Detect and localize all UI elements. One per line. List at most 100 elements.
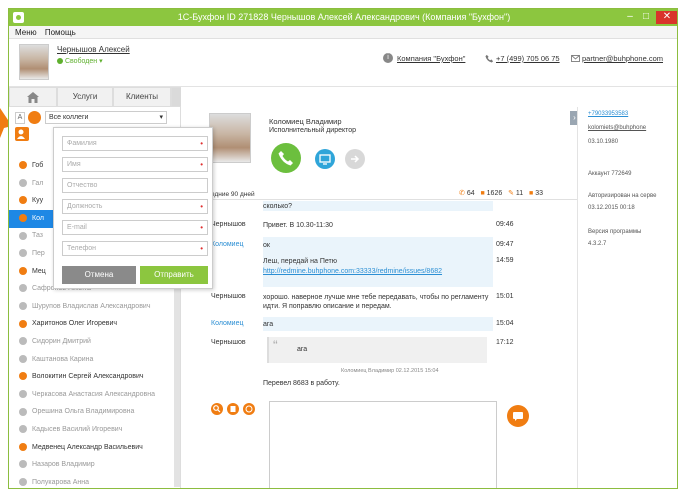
message-time: 09:46 (496, 221, 514, 228)
presence-status-icon (19, 266, 27, 275)
message-link[interactable]: http://redmine.buhphone.com:33333/redmin… (263, 267, 493, 276)
contact-list-item[interactable]: Назаров Владимир (9, 456, 174, 474)
lastname-field[interactable]: Фамилия • (62, 136, 208, 151)
minimize-button[interactable]: – (623, 11, 637, 24)
close-button[interactable]: ✕ (656, 11, 677, 24)
phone-icon (278, 151, 293, 166)
contact-list-item[interactable]: Черкасова Анастасия Александровна (9, 386, 174, 404)
tab-home[interactable] (9, 87, 57, 107)
info-auth-label: Авторизирован на серве (588, 193, 657, 199)
presence-status-icon (19, 372, 27, 381)
contact-name: Мец (32, 267, 46, 275)
firstname-placeholder: Имя (67, 161, 81, 168)
send-message-button[interactable] (507, 405, 529, 427)
presence-status-icon (19, 231, 27, 240)
presence-status-icon (19, 178, 27, 187)
position-field[interactable]: Должность • (62, 199, 208, 214)
contact-list-item[interactable]: Шурупов Владислав Александрович (9, 298, 174, 316)
required-marker: • (200, 139, 203, 148)
message-input[interactable] (269, 401, 497, 488)
calls-icon: ✆ (459, 190, 465, 197)
info-birthday: 03.10.1980 (588, 139, 619, 145)
contact-list-item[interactable]: Каштанова Карина (9, 351, 174, 369)
attach-file-button[interactable] (227, 403, 239, 415)
contact-name: Шурупов Владислав Александрович (32, 302, 151, 310)
cancel-button[interactable]: Отмена (62, 266, 136, 284)
menu-item-menu[interactable]: Меню (15, 26, 37, 39)
stat-requests: 11 (515, 190, 524, 197)
add-colleague-button[interactable] (15, 127, 29, 141)
position-placeholder: Должность (67, 203, 103, 210)
info-version: 4.3.2.7 (588, 241, 607, 247)
status-label: Свободен ▾ (64, 58, 103, 65)
search-history-button[interactable] (211, 403, 223, 415)
colleague-filter-select[interactable]: Все коллеги ▾ (45, 111, 167, 124)
tab-services[interactable]: Услуги (57, 87, 113, 107)
message-time: 17:12 (496, 339, 514, 346)
firstname-field[interactable]: Имя • (62, 157, 208, 172)
message-author: Чернышов (211, 221, 246, 228)
middlename-field[interactable]: Отчество (62, 178, 208, 193)
message-text: Привет. В 10.30-11:30 (263, 222, 333, 229)
contact-name: Черкасова Анастасия Александровна (32, 390, 155, 398)
phone-icon (485, 54, 494, 63)
email-icon (571, 55, 580, 62)
quote-block: “ ага (267, 337, 487, 363)
support-email-link[interactable]: partner@buhphone.com (582, 54, 663, 63)
message-author: Чернышов (211, 339, 246, 346)
presence-status-icon (19, 284, 27, 293)
contact-list-item[interactable]: Кадысев Василий Игоревич (9, 421, 174, 439)
emoji-button[interactable] (243, 403, 255, 415)
info-phone[interactable]: +79033953583 (588, 111, 628, 117)
message-text: Леш, передай на Петю (263, 258, 337, 265)
user-avatar[interactable] (19, 44, 49, 80)
transfer-button[interactable] (345, 149, 365, 169)
contact-name: Кадысев Василий Игоревич (32, 426, 123, 433)
info-icon: i (383, 53, 393, 63)
contact-list-item[interactable]: Орешина Ольга Владимировна (9, 403, 174, 421)
message-text: хорошо. наверное лучше мне тебе передава… (263, 294, 489, 310)
contact-list-item[interactable]: Полукарова Анна (9, 474, 174, 488)
presence-status-icon (19, 442, 27, 451)
call-button[interactable] (271, 143, 301, 173)
title-bar: 1С-Бухфон ID 271828 Чернышов Алексей Але… (9, 9, 677, 26)
support-phone-link[interactable]: +7 (499) 705 06 75 (496, 54, 560, 63)
info-email[interactable]: kolomiets@buhphone (588, 125, 646, 131)
clock-filter-icon[interactable] (28, 111, 41, 124)
sort-alpha-button[interactable]: А (15, 112, 25, 124)
email-field[interactable]: E-mail • (62, 220, 208, 235)
presence-status-icon (19, 196, 27, 205)
info-auth-date: 03.12.2015 00:18 (588, 205, 635, 211)
middlename-placeholder: Отчество (67, 182, 98, 189)
status-selector[interactable]: Свободен ▾ (57, 57, 103, 65)
screen-icon (319, 154, 331, 165)
menu-item-help[interactable]: Помощь (45, 26, 76, 39)
contact-list-item[interactable]: Харитонов Олег Игоревич (9, 315, 174, 333)
video-call-button[interactable] (315, 149, 335, 169)
presence-status-icon (19, 425, 27, 434)
maximize-button[interactable]: □ (639, 11, 653, 24)
contact-list-scrollbar[interactable] (174, 257, 180, 487)
send-button[interactable]: Отправить (140, 266, 208, 284)
contact-list-item[interactable]: Медвенец Александр Васильевич (9, 439, 174, 457)
contact-list-item[interactable]: Волокитин Сергей Александрович (9, 368, 174, 386)
company-link[interactable]: Компания "Бухфон" (397, 54, 465, 63)
contact-name: Пер (32, 250, 45, 257)
contact-name: Коломиец Владимир (269, 117, 342, 126)
quote-author: Коломиец Владимир 02.12.2015 15:04 (341, 368, 439, 374)
info-version-label: Версия программы (588, 229, 642, 235)
user-name-link[interactable]: Чернышов Алексей (57, 45, 130, 54)
phone-field[interactable]: Телефон • (62, 241, 208, 256)
divider (209, 199, 585, 200)
contact-avatar (209, 113, 251, 163)
contact-list-item[interactable]: Сидорин Дмитрий (9, 333, 174, 351)
presence-status-icon (19, 407, 27, 416)
tab-clients[interactable]: Клиенты (113, 87, 171, 107)
phone-placeholder: Телефон (67, 245, 97, 252)
contact-name: Гал (32, 179, 44, 187)
period-label: едние 90 дней (211, 191, 255, 198)
status-online-icon (57, 58, 63, 65)
presence-status-icon (19, 389, 27, 398)
edit-icon: ✎ (508, 190, 514, 197)
contact-name: Гоб (32, 162, 44, 169)
